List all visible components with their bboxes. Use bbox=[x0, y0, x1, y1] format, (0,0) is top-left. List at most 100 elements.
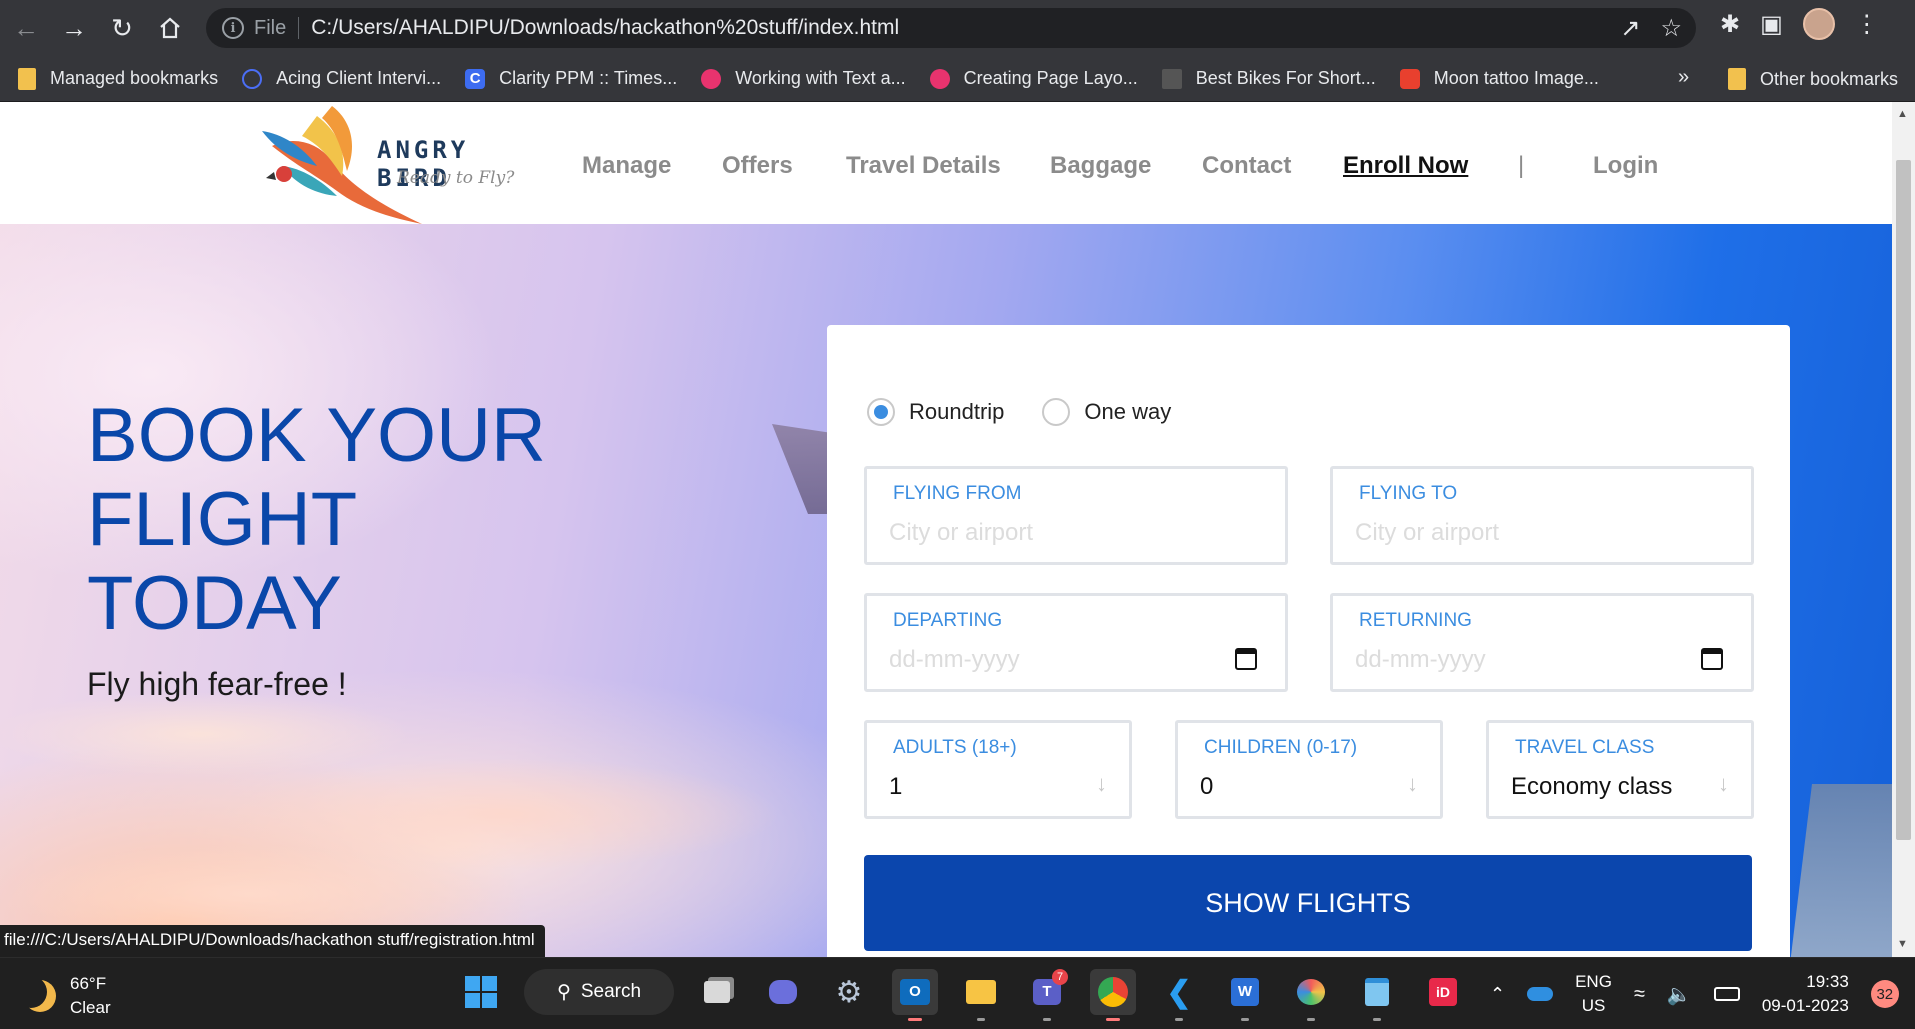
word-app[interactable]: W bbox=[1222, 969, 1268, 1021]
adults-value: 1 bbox=[889, 773, 903, 800]
url-text[interactable]: C:/Users/AHALDIPU/Downloads/hackathon%20… bbox=[311, 16, 899, 40]
weather-condition: Clear bbox=[70, 998, 111, 1017]
chevron-up-icon[interactable]: ⌃ bbox=[1490, 984, 1505, 1005]
children-select[interactable]: CHILDREN (0-17) 0 ↓ bbox=[1175, 720, 1443, 819]
calendar-icon[interactable] bbox=[1701, 648, 1723, 670]
one-way-radio[interactable] bbox=[1042, 398, 1071, 426]
indesign-app[interactable]: iD bbox=[1420, 969, 1466, 1015]
calendar-icon[interactable] bbox=[1235, 648, 1257, 670]
taskbar-search[interactable]: ⚲ Search bbox=[524, 969, 674, 1015]
vscode-app[interactable]: ❮ bbox=[1156, 969, 1202, 1021]
airplane-wing-right bbox=[1790, 784, 1892, 957]
roundtrip-radio[interactable] bbox=[867, 398, 895, 426]
nav-manage[interactable]: Manage bbox=[582, 152, 671, 180]
adults-select[interactable]: ADULTS (18+) 1 ↓ bbox=[864, 720, 1132, 819]
outlook-app[interactable]: O bbox=[892, 969, 938, 1021]
weather-widget[interactable]: 66°F Clear bbox=[24, 972, 111, 1020]
moon-icon bbox=[24, 980, 56, 1012]
star-icon[interactable]: ☆ bbox=[1660, 14, 1682, 43]
chat-app[interactable] bbox=[760, 969, 806, 1015]
extensions-icon[interactable]: ✱ bbox=[1720, 10, 1740, 39]
nav-travel-details[interactable]: Travel Details bbox=[846, 152, 1001, 180]
menu-kebab-icon[interactable]: ⋮ bbox=[1855, 10, 1879, 39]
scroll-up-icon[interactable]: ▲ bbox=[1897, 108, 1908, 120]
scroll-down-icon[interactable]: ▼ bbox=[1897, 938, 1908, 950]
returning-field[interactable]: RETURNING dd-mm-yyyy bbox=[1330, 593, 1754, 692]
share-icon[interactable]: ↗ bbox=[1620, 14, 1640, 43]
site-logo[interactable]: ANGRY BIRD Ready to Fly? bbox=[262, 106, 542, 224]
address-bar[interactable]: i File C:/Users/AHALDIPU/Downloads/hacka… bbox=[206, 8, 1696, 48]
side-panel-icon[interactable]: ▣ bbox=[1760, 10, 1783, 39]
other-bookmarks[interactable]: Other bookmarks bbox=[1728, 56, 1898, 102]
flying-from-field[interactable]: FLYING FROM City or airport bbox=[864, 466, 1288, 565]
clock[interactable]: 19:33 09-01-2023 bbox=[1762, 970, 1849, 1018]
bookmark-item[interactable]: Moon tattoo Image... bbox=[1399, 68, 1599, 89]
start-button[interactable] bbox=[458, 969, 504, 1015]
bookmark-item[interactable]: Acing Client Intervi... bbox=[242, 68, 441, 89]
show-flights-button[interactable]: SHOW FLIGHTS bbox=[864, 855, 1752, 951]
running-indicator bbox=[908, 1018, 922, 1021]
settings-app[interactable]: ⚙ bbox=[826, 969, 872, 1015]
teams-app[interactable]: T 7 bbox=[1024, 969, 1070, 1021]
nav-login[interactable]: Login bbox=[1593, 152, 1658, 180]
battery-icon[interactable] bbox=[1713, 987, 1740, 1001]
one-way-label[interactable]: One way bbox=[1084, 399, 1171, 425]
forward-button[interactable]: → bbox=[52, 6, 96, 50]
page-scrollbar[interactable]: ▲ ▼ bbox=[1892, 102, 1915, 957]
returning-input[interactable]: dd-mm-yyyy bbox=[1355, 646, 1486, 674]
wifi-icon[interactable]: ≈ bbox=[1634, 983, 1645, 1006]
indesign-icon: iD bbox=[1429, 978, 1457, 1006]
flying-to-input[interactable]: City or airport bbox=[1355, 519, 1499, 547]
paint-app[interactable] bbox=[1288, 969, 1334, 1021]
search-label: Search bbox=[580, 981, 642, 1002]
bookmark-item[interactable]: C Clarity PPM :: Times... bbox=[465, 68, 677, 89]
task-view-button[interactable] bbox=[694, 969, 740, 1015]
departing-label: DEPARTING bbox=[893, 610, 1003, 631]
nav-contact[interactable]: Contact bbox=[1202, 152, 1291, 180]
bike-icon bbox=[1161, 68, 1182, 89]
nav-baggage[interactable]: Baggage bbox=[1050, 152, 1151, 180]
airplane-wing-left bbox=[772, 424, 832, 514]
running-indicator bbox=[977, 1018, 985, 1021]
flying-to-field[interactable]: FLYING TO City or airport bbox=[1330, 466, 1754, 565]
flying-to-label: FLYING TO bbox=[1359, 483, 1458, 504]
departing-field[interactable]: DEPARTING dd-mm-yyyy bbox=[864, 593, 1288, 692]
bookmarks-overflow-button[interactable]: » bbox=[1678, 66, 1689, 89]
scroll-thumb[interactable] bbox=[1896, 160, 1911, 840]
flying-from-input[interactable]: City or airport bbox=[889, 519, 1033, 547]
nav-enroll-now[interactable]: Enroll Now bbox=[1343, 152, 1468, 180]
departing-input[interactable]: dd-mm-yyyy bbox=[889, 646, 1020, 674]
teams-badge: 7 bbox=[1052, 969, 1068, 985]
chrome-app[interactable] bbox=[1090, 969, 1136, 1021]
clock-time: 19:33 bbox=[1806, 972, 1849, 991]
bookmark-item[interactable]: Creating Page Layo... bbox=[929, 68, 1138, 89]
adults-label: ADULTS (18+) bbox=[893, 737, 1017, 758]
language-indicator[interactable]: ENG US bbox=[1575, 970, 1612, 1018]
nav-offers[interactable]: Offers bbox=[722, 152, 793, 180]
nav-separator: | bbox=[1518, 152, 1525, 179]
search-icon: ⚲ bbox=[556, 981, 571, 1003]
file-explorer-app[interactable] bbox=[958, 969, 1004, 1021]
travel-class-select[interactable]: TRAVEL CLASS Economy class ↓ bbox=[1486, 720, 1754, 819]
bookmark-label: Clarity PPM :: Times... bbox=[499, 68, 678, 88]
bookmark-item[interactable]: Managed bookmarks bbox=[18, 67, 218, 90]
returning-label: RETURNING bbox=[1359, 610, 1472, 631]
notepad-app[interactable] bbox=[1354, 969, 1400, 1021]
roundtrip-label[interactable]: Roundtrip bbox=[909, 399, 1004, 425]
onedrive-icon[interactable] bbox=[1527, 987, 1554, 1001]
bookmark-item[interactable]: Best Bikes For Short... bbox=[1161, 68, 1376, 89]
region-code: US bbox=[1581, 996, 1606, 1015]
bookmark-item[interactable]: Working with Text a... bbox=[701, 68, 906, 89]
home-button[interactable] bbox=[148, 6, 192, 50]
profile-avatar[interactable] bbox=[1802, 8, 1835, 40]
folder-icon bbox=[1728, 68, 1746, 90]
reload-button[interactable]: ↻ bbox=[100, 6, 144, 50]
image-icon bbox=[1399, 68, 1420, 89]
info-icon[interactable]: i bbox=[222, 17, 244, 39]
bookmark-label: Best Bikes For Short... bbox=[1195, 68, 1376, 88]
browser-toolbar: ← → ↻ i File C:/Users/AHALDIPU/Downloads… bbox=[0, 0, 1915, 56]
running-indicator bbox=[1043, 1018, 1051, 1021]
back-button[interactable]: ← bbox=[4, 6, 48, 50]
notification-badge[interactable]: 32 bbox=[1870, 980, 1899, 1008]
volume-icon[interactable]: 🔈 bbox=[1667, 982, 1692, 1007]
